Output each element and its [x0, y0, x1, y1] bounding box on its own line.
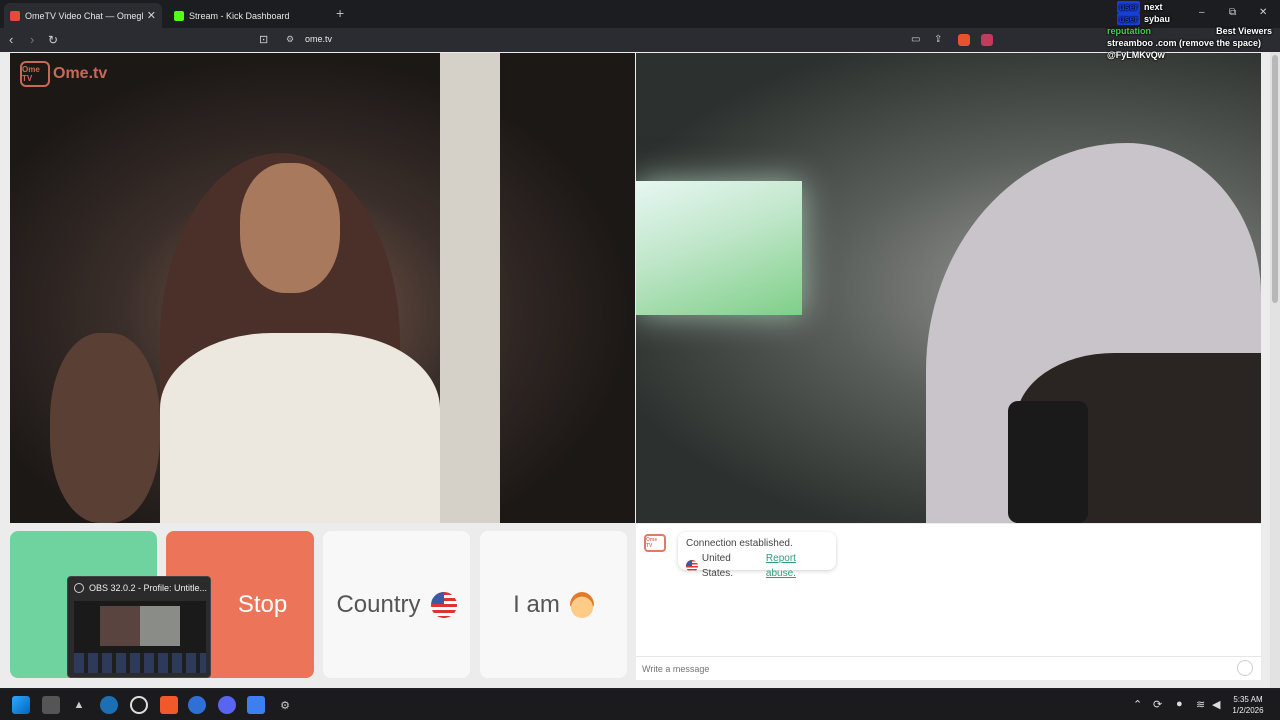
windows-taskbar: ▲ ⚙ ⌃ ⟳ ● ≋ ◀ 5:35 AM 1/2/2026 [0, 690, 1280, 720]
tv-screen-shape [636, 181, 802, 315]
connection-text: Connection established. [686, 538, 793, 549]
microphone-shape [1008, 401, 1088, 523]
logo-text: Ome.tv [53, 65, 108, 82]
system-clock[interactable]: 5:35 AM 1/2/2026 [1226, 694, 1270, 716]
page-scrollbar[interactable] [1270, 52, 1280, 688]
browser-toolbar: ‹ › ↻ ⊡ ⚙ ome.tv ▭ ⇪ [0, 28, 1280, 52]
reload-icon[interactable]: ↻ [48, 32, 58, 48]
shirt-shape [160, 333, 440, 523]
overlay-text: @FyLMKvQw [1107, 50, 1165, 60]
forward-icon[interactable]: › [30, 32, 34, 48]
tab-title: OmeTV Video Chat — Omegl [25, 10, 144, 21]
brave-browser-icon[interactable] [160, 696, 178, 714]
app-icon[interactable]: ▲ [70, 696, 88, 714]
site-settings-icon[interactable]: ⚙ [286, 34, 294, 45]
background-person-shape [50, 333, 160, 523]
task-view-icon[interactable] [42, 696, 60, 714]
brave-shield-icon[interactable] [958, 34, 970, 46]
cast-icon[interactable]: ▭ [911, 32, 920, 48]
bookmark-icon[interactable]: ⊡ [259, 32, 268, 48]
country-label: Country [336, 590, 421, 618]
overlay-text: Best Viewers [1216, 26, 1272, 36]
obs-preview-title: OBS 32.0.2 - Profile: Untitle... [74, 583, 207, 593]
kick-favicon-icon [174, 10, 184, 21]
chat-logo-icon: Ome TV [644, 534, 666, 552]
stream-overlay: user next user sybau reputation Best Viewer… [1107, 1, 1272, 61]
remote-video [636, 53, 1261, 523]
new-tab-button[interactable]: + [336, 5, 344, 21]
system-message: Connection established. United States. R… [678, 532, 836, 579]
obs-app-icon[interactable] [130, 696, 148, 714]
ometv-logo: Ome TV Ome.tv [20, 61, 107, 87]
back-icon[interactable]: ‹ [9, 32, 13, 48]
overlay-row: user sybau [1117, 13, 1171, 25]
chat-panel: Ome TV Connection established. United St… [636, 524, 1261, 680]
browser-tab-bar: OmeTV Video Chat — Omegl ✕ Stream - Kick… [0, 0, 1280, 28]
report-abuse-link[interactable]: Report abuse. [766, 551, 828, 581]
obs-title-text: OBS 32.0.2 - Profile: Untitle... [89, 583, 208, 593]
gender-button[interactable]: I am [480, 531, 627, 678]
overlay-row: reputation Best Viewers [1107, 25, 1272, 37]
wifi-icon[interactable]: ≋ [1196, 698, 1205, 711]
edge-icon[interactable] [188, 696, 206, 714]
location-text: United States. [701, 553, 733, 579]
overlay-text: next [1144, 2, 1163, 12]
steam-icon[interactable] [100, 696, 118, 714]
location-row: United States. Report abuse. [686, 551, 828, 581]
gender-label: I am [513, 590, 560, 618]
obs-preview-scene [100, 606, 180, 646]
clock-date: 1/2/2026 [1232, 706, 1264, 715]
obs-preview-image [74, 601, 206, 673]
microphone-icon[interactable]: ● [1176, 698, 1183, 710]
tab-title: Stream - Kick Dashboard [189, 10, 290, 21]
overlay-text: reputation [1107, 26, 1151, 36]
share-icon[interactable]: ⇪ [934, 32, 942, 48]
screen: OmeTV Video Chat — Omegl ✕ Stream - Kick… [0, 0, 1280, 720]
us-flag-icon [686, 560, 698, 572]
door-frame-shape [440, 53, 500, 523]
tray-sync-icon[interactable]: ⟳ [1153, 698, 1162, 711]
obs-taskbar-preview[interactable]: OBS 32.0.2 - Profile: Untitle... [67, 576, 211, 678]
chat-input-row [636, 656, 1261, 680]
tab-kick-dashboard[interactable]: Stream - Kick Dashboard [168, 3, 328, 28]
scrollbar-thumb[interactable] [1272, 55, 1278, 303]
settings-gear-icon[interactable]: ⚙ [276, 696, 294, 714]
emoji-picker-icon[interactable] [1237, 660, 1253, 676]
obs-preview-dock [74, 653, 206, 673]
brave-rewards-icon[interactable] [981, 34, 993, 46]
ometv-favicon-icon [10, 10, 20, 21]
local-video: Ome TV Ome.tv [10, 53, 635, 523]
logo-icon: Ome TV [20, 61, 50, 87]
overlay-text: sybau [1144, 14, 1171, 24]
face-shape [240, 163, 340, 293]
overlay-text: streamboo .com (remove the space) [1107, 38, 1262, 48]
clock-time: 5:35 AM [1233, 695, 1263, 704]
country-button[interactable]: Country [323, 531, 470, 678]
volume-icon[interactable]: ◀ [1212, 698, 1220, 711]
windows-start-icon[interactable] [12, 696, 30, 714]
stop-label: Stop [237, 590, 288, 618]
obs-icon [74, 583, 84, 593]
tab-ometv[interactable]: OmeTV Video Chat — Omegl ✕ [4, 3, 162, 28]
boy-emoji-icon [569, 591, 594, 618]
tray-overflow-icon[interactable]: ⌃ [1133, 698, 1142, 711]
overlay-row: user next [1117, 1, 1163, 13]
app-icon[interactable] [247, 696, 265, 714]
address-bar[interactable]: ome.tv [305, 34, 332, 44]
discord-icon[interactable] [218, 696, 236, 714]
message-input[interactable] [642, 661, 1222, 677]
close-tab-icon[interactable]: ✕ [147, 9, 156, 22]
us-flag-icon [430, 591, 457, 618]
